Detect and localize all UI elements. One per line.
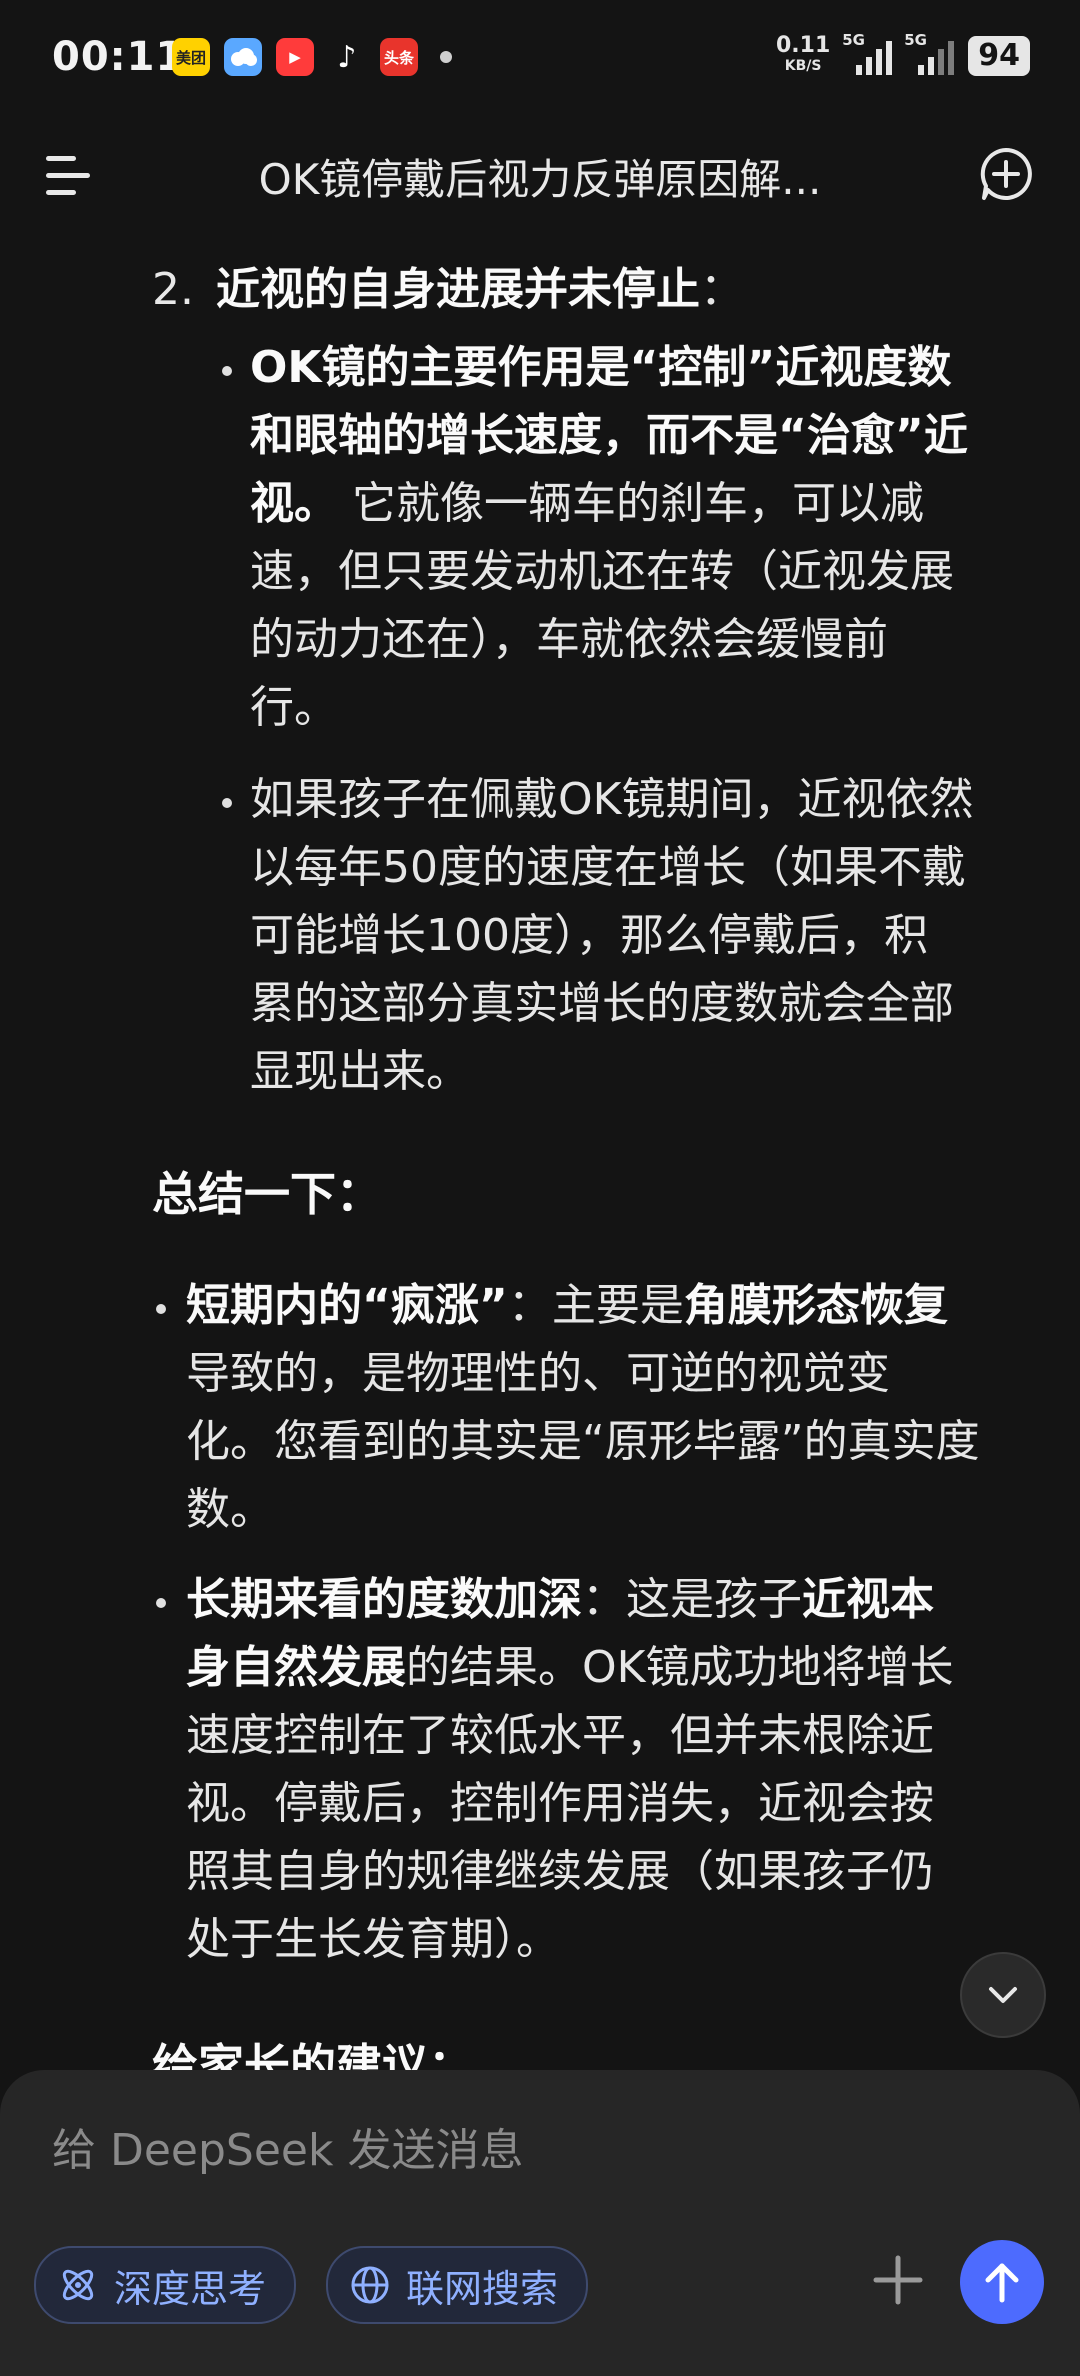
text-line: 速，但只要发动机还在转（近视发展 — [250, 546, 954, 597]
bullet-paragraph: 长期来看的度数加深：这是孩子近视本 身自然发展的结果。OK镜成功地将增长 速度控… — [186, 1566, 954, 1974]
toutiao-icon: 头条 — [380, 38, 418, 76]
signal-icon-2: 5G — [904, 31, 955, 75]
text-line: 处于生长发育期）。 — [186, 1914, 560, 1965]
text-line: 可能增长100度），那么停戴后，积 — [250, 910, 928, 961]
web-search-toggle[interactable]: 联网搜索 — [326, 2246, 589, 2324]
bullet-paragraph: 短期内的“疯涨”：主要是角膜形态恢复 导致的，是物理性的、可逆的视觉变 化。您看… — [186, 1272, 980, 1544]
chat-header: OK镜停戴后视力反弹原因解... — [0, 120, 1080, 230]
network-speed-unit: KB/S — [784, 58, 822, 74]
text-line: 以每年50度的速度在增长（如果不戴 — [250, 842, 966, 893]
text-line: 视。 — [250, 478, 338, 529]
bullet — [156, 1304, 166, 1314]
text-line: 速度控制在了较低水平，但并未根除近 — [186, 1710, 934, 1761]
signal-icon: 5G — [842, 31, 893, 75]
deep-think-toggle[interactable]: 深度思考 — [34, 2246, 297, 2324]
weather-icon — [224, 38, 262, 76]
more-notifications-dot — [440, 51, 452, 63]
text-line: 显现出来。 — [250, 1046, 470, 1097]
text-line: 的结果。OK镜成功地将增长 — [406, 1642, 954, 1693]
chevron-down-icon — [989, 1987, 1017, 2003]
send-button[interactable] — [960, 2240, 1044, 2324]
bullet — [156, 1598, 166, 1608]
text-line: 如果孩子在佩戴OK镜期间，近视依然 — [250, 774, 974, 825]
battery-icon: 94 — [968, 36, 1030, 76]
text-line: 它就像一辆车的刹车，可以减 — [338, 478, 924, 529]
bullet-paragraph: OK镜的主要作用是“控制”近视度数 和眼轴的增长速度，而不是“治愈”近 视。 它… — [250, 334, 968, 742]
new-chat-icon[interactable] — [978, 146, 1034, 202]
text-line: 和眼轴的增长速度，而不是“治愈”近 — [250, 410, 968, 461]
colon: ： — [700, 264, 744, 315]
text-line: 视。停戴后，控制作用消失，近视会按 — [186, 1778, 934, 1829]
signal-label-2: 5G — [904, 31, 927, 49]
message-content: 2. 近视的自身进展并未停止： OK镜的主要作用是“控制”近视度数 和眼轴的增长… — [0, 230, 1080, 2080]
tiktok-icon: ♪ — [328, 38, 366, 76]
message-composer: 给 DeepSeek 发送消息 深度思考 联网搜索 — [0, 2070, 1080, 2376]
text-line: 身自然发展 — [186, 1642, 406, 1693]
text-line: 的动力还在），车就依然会缓慢前 — [250, 614, 888, 665]
text-line: 行。 — [250, 682, 338, 733]
globe-icon — [351, 2266, 389, 2304]
attach-plus-icon[interactable] — [868, 2250, 928, 2310]
chat-title[interactable]: OK镜停戴后视力反弹原因解... — [0, 146, 1080, 207]
arrow-up-icon — [985, 2263, 1019, 2303]
text-line: 短期内的“疯涨” — [186, 1280, 508, 1331]
network-speed-value: 0.11 — [775, 33, 831, 58]
video-icon: ▶ — [276, 38, 314, 76]
text-line: 数。 — [186, 1484, 274, 1535]
scroll-down-button[interactable] — [960, 1952, 1046, 2038]
notification-icons: 美团 ▶ ♪ 头条 — [172, 38, 452, 76]
deep-think-label: 深度思考 — [114, 2266, 267, 2311]
text-line: 近视本 — [802, 1574, 934, 1625]
clock: 00:11 — [52, 34, 185, 80]
text-line: 角膜形态恢复 — [683, 1280, 948, 1331]
text-line: OK镜的主要作用是“控制”近视度数 — [250, 342, 952, 393]
status-bar: 00:11 美团 ▶ ♪ 头条 0.11 KB/S 5G 5G 94 — [0, 0, 1080, 120]
web-search-label: 联网搜索 — [406, 2266, 559, 2311]
text-line: 导致的，是物理性的、可逆的视觉变 — [186, 1348, 890, 1399]
list-number: 2. — [152, 264, 194, 315]
text-line: 累的这部分真实增长的度数就会全部 — [250, 978, 954, 1029]
list-item-title: 近视的自身进展并未停止： — [216, 256, 744, 324]
message-input[interactable]: 给 DeepSeek 发送消息 — [52, 2114, 523, 2178]
text-line: ：这是孩子 — [582, 1574, 802, 1625]
signal-label: 5G — [842, 31, 865, 49]
atom-icon — [62, 2269, 94, 2301]
meituan-icon: 美团 — [172, 38, 210, 76]
text-line: ：主要是 — [507, 1280, 684, 1331]
section-heading: 总结一下： — [152, 1167, 382, 1221]
text-line: 照其自身的规律继续发展（如果孩子仍 — [186, 1846, 934, 1897]
text-line: 化。您看到的其实是“原形毕露”的真实度 — [186, 1416, 980, 1467]
item-title-text: 近视的自身进展并未停止 — [216, 264, 700, 315]
bullet-paragraph: 如果孩子在佩戴OK镜期间，近视依然 以每年50度的速度在增长（如果不戴 可能增长… — [250, 766, 974, 1106]
network-speed: 0.11 KB/S — [775, 33, 831, 76]
text-line: 长期来看的度数加深 — [186, 1574, 582, 1625]
bullet — [222, 366, 232, 376]
system-indicators: 0.11 KB/S 5G 5G 94 — [775, 31, 1030, 76]
bullet — [222, 798, 232, 808]
